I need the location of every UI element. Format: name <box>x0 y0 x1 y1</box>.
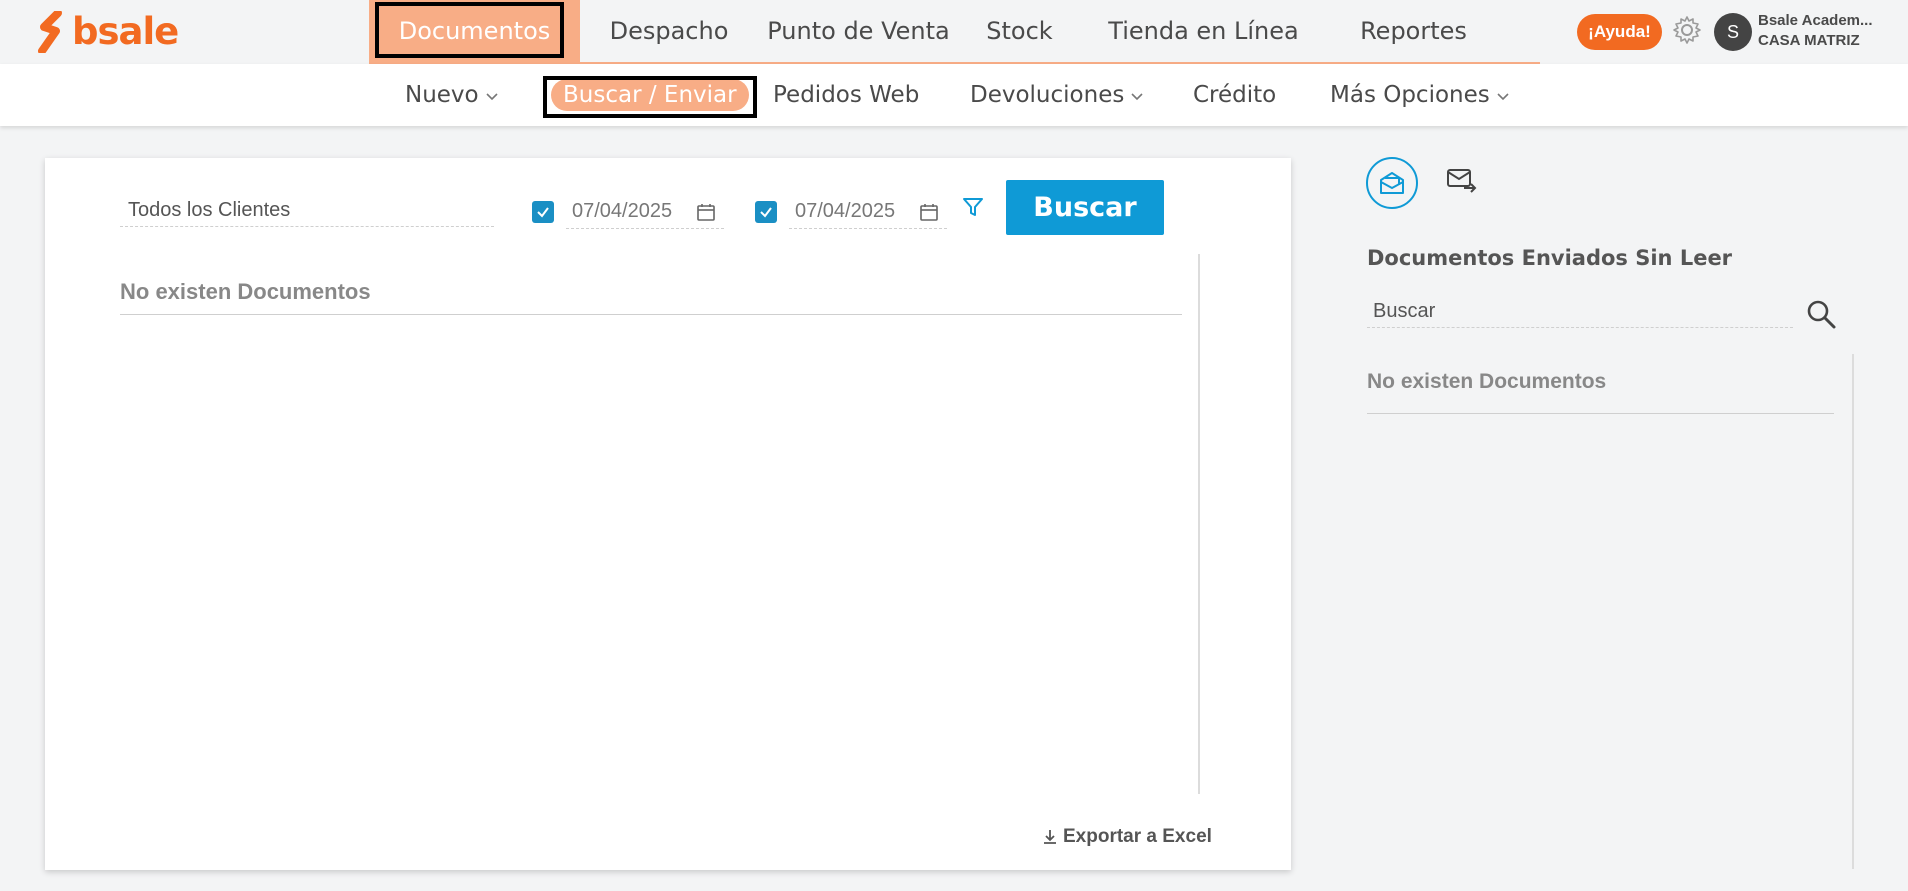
export-excel-label: Exportar a Excel <box>1063 826 1212 847</box>
scrollbar-track[interactable] <box>1198 254 1200 794</box>
nav-despacho[interactable]: Despacho <box>580 0 758 62</box>
user-info[interactable]: Bsale Academ... CASA MATRIZ <box>1758 11 1873 51</box>
subnav-nuevo-label: Nuevo <box>405 82 479 108</box>
branch-name: CASA MATRIZ <box>1758 32 1860 49</box>
date-to-value: 07/04/2025 <box>795 200 896 222</box>
subnav-mas-opciones-label: Más Opciones <box>1330 82 1490 108</box>
date-to-group: 07/04/2025 <box>755 195 947 229</box>
date-to-field[interactable]: 07/04/2025 <box>789 195 947 229</box>
side-empty-message: No existen Documentos <box>1367 370 1834 414</box>
avatar[interactable]: S <box>1714 13 1752 51</box>
subnav-devoluciones[interactable]: Devoluciones <box>970 64 1144 126</box>
empty-results-message: No existen Documentos <box>120 271 1182 315</box>
search-button[interactable]: Buscar <box>1006 180 1164 235</box>
subnav-nuevo[interactable]: Nuevo <box>405 64 499 126</box>
subnav-buscar-enviar-label: Buscar / Enviar <box>551 79 749 111</box>
date-from-value: 07/04/2025 <box>572 200 673 222</box>
top-bar: bsale Documentos Despacho Punto de Venta… <box>0 0 1908 64</box>
help-button[interactable]: ¡Ayuda! <box>1577 14 1662 50</box>
date-from-group: 07/04/2025 <box>532 195 724 229</box>
chevron-down-icon <box>1131 93 1143 101</box>
nav-reportes[interactable]: Reportes <box>1327 0 1500 62</box>
documents-card: Todos los Clientes 07/04/2025 07/04/2025 <box>45 158 1291 870</box>
export-excel-link[interactable]: Exportar a Excel <box>1041 826 1212 848</box>
side-search-input[interactable]: Buscar <box>1367 298 1793 328</box>
chevron-down-icon <box>486 93 498 101</box>
chevron-down-icon <box>1497 93 1509 101</box>
user-name: Bsale Academ... <box>1758 12 1873 29</box>
nav-tienda-en-linea[interactable]: Tienda en Línea <box>1080 0 1327 62</box>
side-scrollbar-track[interactable] <box>1852 354 1854 869</box>
nav-documentos[interactable]: Documentos <box>369 0 580 62</box>
filter-icon[interactable] <box>962 196 984 223</box>
nav-stock[interactable]: Stock <box>959 0 1080 62</box>
date-from-checkbox[interactable] <box>532 201 554 223</box>
subnav-buscar-enviar[interactable]: Buscar / Enviar <box>543 64 757 126</box>
date-to-checkbox[interactable] <box>755 201 777 223</box>
client-select[interactable]: Todos los Clientes <box>120 193 494 227</box>
subnav-pedidos-web[interactable]: Pedidos Web <box>773 64 919 126</box>
nav-punto-de-venta[interactable]: Punto de Venta <box>758 0 959 62</box>
inbox-mail-icon <box>1380 172 1404 194</box>
date-from-field[interactable]: 07/04/2025 <box>566 195 724 229</box>
subnav-mas-opciones[interactable]: Más Opciones <box>1330 64 1510 126</box>
bsale-logo[interactable]: bsale <box>36 10 179 53</box>
download-icon <box>1044 830 1056 844</box>
sub-nav: Nuevo Buscar / Enviar Pedidos Web Devolu… <box>0 64 1908 126</box>
calendar-icon[interactable] <box>696 202 716 222</box>
subnav-devoluciones-label: Devoluciones <box>970 82 1125 108</box>
subnav-credito[interactable]: Crédito <box>1193 64 1276 126</box>
check-icon <box>760 207 772 218</box>
logo-text: bsale <box>72 10 179 53</box>
check-icon <box>537 207 549 218</box>
bsale-logo-icon <box>38 10 62 53</box>
search-icon[interactable] <box>1805 298 1837 335</box>
gear-icon[interactable] <box>1671 14 1703 51</box>
main-nav: Documentos Despacho Punto de Venta Stock… <box>369 0 1540 64</box>
send-mail-icon <box>1447 169 1477 193</box>
send-mail-tab[interactable] <box>1446 166 1478 201</box>
unread-documents-title: Documentos Enviados Sin Leer <box>1367 246 1733 270</box>
inbox-mail-tab[interactable] <box>1366 157 1418 209</box>
calendar-icon[interactable] <box>919 202 939 222</box>
